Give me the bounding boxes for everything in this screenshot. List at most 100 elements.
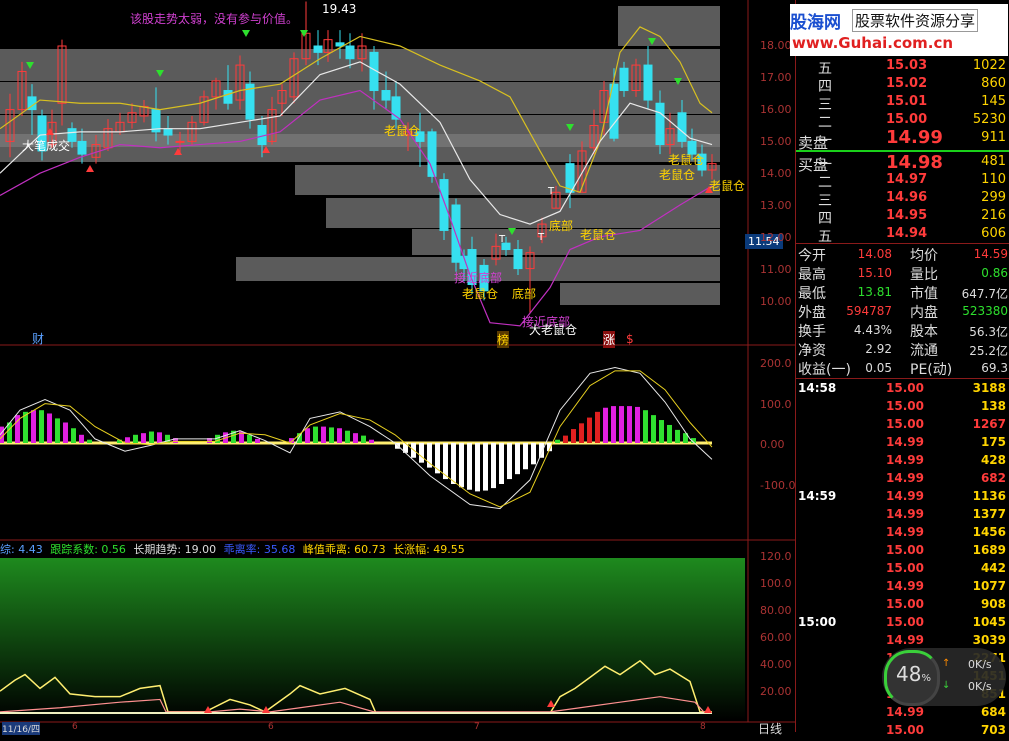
axis-tick-label: 17.00 [760,71,792,84]
macd-bar [523,443,528,470]
tick-volume: 1689 [972,543,1006,557]
tick-price: 14.99 [886,705,924,719]
axis-tick-label: 15.00 [760,135,792,148]
macd-bar [507,443,512,480]
macd-bar [603,407,608,443]
time-axis: 11/16/四 6 6 7 8 [0,722,795,735]
track-value: 0.56 [101,543,126,556]
axis-tick-label: 18.00 [760,39,792,52]
bid-level: 一 [818,157,832,173]
macd-bar [247,434,252,443]
bid-row[interactable]: 四 14.95 216 [796,208,1009,227]
up-value: 35.68 [263,543,296,556]
macd-bar [627,406,632,443]
tick-price: 15.00 [886,381,924,395]
stat-value: 14.08 [857,247,892,261]
tick-row: 14:58 15.00 3188 [796,381,1009,399]
kline-chart[interactable] [0,0,795,732]
period-tab-daily[interactable]: 日线 [758,720,782,737]
bid-volume: 606 [981,226,1006,241]
rat-label: 老鼠仓 [580,228,617,242]
bid-row[interactable]: 二 14.97 110 [796,172,1009,191]
macd-bar [329,427,334,443]
macd-bar [667,424,672,443]
divider [796,243,1009,244]
macd-bar [47,413,52,443]
stat-value: 13.81 [857,285,892,299]
network-widget[interactable]: 48% ↑ 0K/s ↓ 0K/s [882,648,1006,706]
tick-volume: 1136 [972,489,1006,503]
tick-volume: 442 [980,561,1006,575]
chart-area[interactable] [0,0,795,732]
macd-bar [563,435,568,443]
bid-price: 14.98 [886,152,943,173]
candle-body [513,249,523,270]
big-trade-label: 大笔成交 [22,139,71,153]
stat-value: 594787 [846,304,892,318]
tick-volume: 1077 [972,579,1006,593]
tick-price: 15.00 [886,723,924,737]
ask-price: 14.99 [886,127,943,148]
tick-row: 15.00 1689 [796,543,1009,561]
finance-mark[interactable]: 财 [32,330,44,347]
tick-price: 14.99 [886,579,924,593]
ask-row[interactable]: 五 15.03 1022 [796,58,1009,77]
rat-label: 老鼠仓 [384,124,421,138]
macd-bar [133,434,138,443]
ask-row[interactable]: 三 15.01 145 [796,94,1009,113]
rat-label: 老鼠仓 [462,287,499,301]
axis-tick-label: 11.00 [760,263,792,276]
tick-time: 15:00 [798,615,837,629]
bid-price: 14.97 [886,172,928,187]
macd-bar [459,443,464,488]
bottom-label: 底部 [512,287,537,301]
candle-body [175,140,185,143]
ask-row[interactable]: 四 15.02 860 [796,76,1009,95]
tick-row: 14.99 682 [796,471,1009,489]
macd-bar [313,426,318,443]
dollar-mark[interactable]: $ [626,332,634,346]
big-rat-label: 大老鼠仓 [529,323,578,337]
indicator-prefix: 综: 4.43 [0,543,43,556]
macd-bar [595,411,600,443]
download-arrow-icon: ↓ [942,680,951,691]
indicator-background [0,558,745,720]
axis-tick-label: 12.00 [760,231,792,244]
stat-row: 外盘 594787 内盘 523380 [796,302,1009,321]
bid-level: 二 [818,175,832,191]
rank-mark[interactable]: 榜 [497,331,510,348]
tick-price: 15.00 [886,543,924,557]
time-axis-label: 6 [268,722,274,732]
stat-value: 56.3亿 [969,325,1008,339]
stat-value: 2.92 [865,342,892,356]
stat-label: 市值 [910,286,938,302]
macd-bar [651,415,656,443]
bid-level: 三 [818,193,832,209]
watermark-banner[interactable]: 股海网 股票软件资源分享 www.Guhai.com.cn [790,4,1008,56]
stat-label: 净资 [798,343,826,359]
ask-price: 15.02 [886,76,928,91]
macd-bar [571,429,576,443]
tick-volume: 1377 [972,507,1006,521]
stat-row: 今开 14.08 均价 14.59 [796,245,1009,264]
quote-panel: 股海网 股票软件资源分享 www.Guhai.com.cn 五 15.03 1022… [790,0,1009,737]
tick-row: 14.99 1377 [796,507,1009,525]
bid-row[interactable]: 五 14.94 606 [796,226,1009,245]
tick-time: 14:58 [798,381,837,395]
rise-mark[interactable]: 涨 [603,331,616,348]
stat-row: 最高 15.10 量比 0.86 [796,264,1009,283]
time-axis-label: 11/16/四 [2,722,40,735]
warning-text: 该股走势太弱，没有参与价值。 [130,12,299,26]
macd-bar [635,406,640,443]
tick-volume: 1045 [972,615,1006,629]
bid-row[interactable]: 三 14.96 299 [796,190,1009,209]
watermark-slogan: 股票软件资源分享 [852,9,979,32]
tick-row: 15:00 15.00 1045 [796,615,1009,633]
rat-label: 老鼠仓 [709,179,746,193]
tick-price: 15.00 [886,399,924,413]
stat-value: 0.05 [865,361,892,375]
bid-row[interactable]: 一 14.98 481 [796,152,1009,173]
candle-body [345,45,355,60]
macd-bar [491,443,496,489]
ask-volume: 145 [981,94,1006,109]
